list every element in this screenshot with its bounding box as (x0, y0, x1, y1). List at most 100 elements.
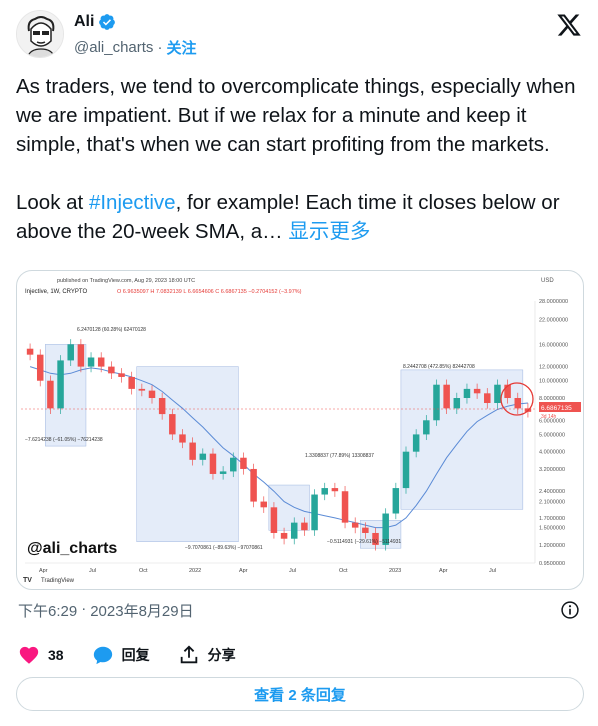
reply-button[interactable]: 回复 (92, 644, 150, 666)
x-tick-label: Apr (439, 568, 448, 574)
info-icon[interactable] (560, 600, 580, 620)
x-tick-label: Oct (139, 568, 148, 574)
x-tick-label: Apr (39, 568, 48, 574)
tweet-media[interactable]: published on TradingView.com, Aug 29, 20… (16, 270, 584, 590)
candle-body (260, 501, 268, 508)
x-axis: Apr Jul Oct 2022 Apr Jul Oct 2023 Apr Jul (25, 562, 535, 574)
candle-body (118, 373, 125, 377)
view-replies-button[interactable]: 查看 2 条回复 (16, 677, 584, 711)
candle-body (67, 344, 74, 361)
y-axis: 28.0000000 22.0000000 16.0000000 12.0000000… (534, 299, 568, 567)
measure-annotation: −7.6214238 (−61.05%) −76214238 (25, 437, 103, 443)
candle-body (453, 398, 461, 409)
candle-body (362, 527, 369, 533)
candle-body (87, 357, 95, 367)
y-tick-label: 5.0000000 (539, 432, 565, 438)
candle-body (26, 348, 34, 355)
author-name-row: Ali (74, 13, 116, 31)
candle-body (209, 453, 217, 474)
candle-body (402, 451, 410, 489)
author-display-name[interactable]: Ali (74, 13, 94, 31)
reply-icon (93, 646, 112, 665)
x-tick-label: Jul (89, 568, 96, 574)
x-tick-label: Jul (289, 568, 296, 574)
y-tick-label: 4.0000000 (539, 450, 565, 456)
y-tick-label: 1.2000000 (539, 543, 565, 549)
y-tick-label: 12.0000000 (539, 365, 568, 371)
show-more-link[interactable]: 显示更多 (288, 220, 370, 243)
x-tick-label: 2022 (189, 568, 201, 574)
author-handle-row: @ali_charts · 关注 (74, 37, 196, 58)
candle-body (158, 398, 166, 415)
tweet-text-segment: Look at (16, 191, 89, 214)
tweet-paragraph-1: As traders, we tend to overcomplicate th… (16, 75, 576, 156)
chart-symbol: Injective, 1W, CRYPTO (25, 289, 87, 295)
reply-label: 回复 (121, 647, 150, 663)
candle-body (230, 457, 237, 472)
share-button[interactable]: 分享 (178, 644, 236, 666)
chart-currency: USD (541, 278, 554, 284)
y-tick-label: 1.7000000 (539, 516, 565, 522)
candle-body (443, 384, 450, 409)
candle-body (392, 488, 400, 514)
candle-body (433, 384, 440, 421)
y-tick-label: 3.2000000 (539, 467, 565, 473)
candle-body (219, 471, 227, 474)
x-logo-icon[interactable] (556, 12, 582, 38)
candle-body (57, 360, 64, 409)
follow-button[interactable]: 关注 (166, 37, 196, 58)
handle-separator: · (157, 39, 163, 56)
candle-body (514, 398, 522, 409)
timestamp-separator: · (81, 600, 87, 617)
measure-annotation: 6.2470128 (60.28%) 62470128 (77, 327, 146, 333)
watermark: @ali_charts (27, 540, 117, 557)
x-tick-label: Oct (339, 568, 348, 574)
timestamp-date: 2023年8月29日 (90, 603, 194, 620)
tweet-actions: 38 回复 分享 (18, 643, 578, 667)
candle-body (199, 453, 207, 460)
like-button[interactable]: 38 (18, 644, 64, 666)
highlight-boxes (45, 344, 524, 549)
price-tag: 6.6867135 (541, 405, 572, 412)
candle-body (128, 376, 135, 389)
tradingview-logo: TradingView (41, 578, 75, 584)
candle-body (311, 494, 318, 531)
avatar[interactable] (16, 10, 64, 58)
trading-chart: published on TradingView.com, Aug 29, 20… (21, 278, 581, 584)
hashtag-link[interactable]: #Injective (89, 191, 176, 214)
price-tag-sub: 3d 14h (541, 414, 557, 420)
measure-annotation: 1.3308837 (77.89%) 13308837 (305, 453, 374, 459)
author-handle[interactable]: @ali_charts (74, 39, 153, 56)
tweet-paragraph-2: Look at #Injective, for example! Each ti… (16, 188, 586, 246)
candle-body (97, 357, 105, 367)
candle-body (77, 344, 85, 367)
candle-body (301, 522, 308, 531)
y-tick-label: 2.1000000 (539, 500, 565, 506)
candle-body (494, 384, 501, 404)
x-tick-label: Apr (239, 568, 248, 574)
candle-body (47, 380, 54, 409)
verified-badge-icon (99, 14, 116, 30)
candle-body (341, 491, 349, 523)
candle-body (412, 434, 420, 452)
tweet-timestamp[interactable]: 下午6:29 · 2023年8月29日 (18, 600, 194, 621)
candle-body (138, 388, 146, 391)
measure-annotation: −0.5114931 (−29.61%) −5114931 (327, 539, 401, 545)
candle-body (331, 488, 339, 492)
y-tick-label: 1.5000000 (539, 526, 565, 532)
candle-body (423, 420, 430, 435)
share-icon (180, 645, 197, 664)
chart-published-line: published on TradingView.com, Aug 29, 20… (57, 278, 195, 284)
candle-body (463, 388, 471, 399)
candle-body (169, 414, 176, 435)
candle-body (250, 468, 257, 502)
tweet-text: As traders, we tend to overcomplicate th… (16, 72, 586, 246)
measure-annotation: 8.2442708 (472.85%) 82442708 (403, 364, 475, 370)
candle-body (351, 522, 359, 528)
timestamp-time: 下午6:29 (18, 603, 78, 620)
chart-ohlc: O 6.9635097 H 7.0832139 L 6.6654606 C 6.… (117, 289, 302, 295)
measure-annotation: −9.7070861 (−89.63%) −97070861 (185, 545, 263, 551)
y-tick-label: 8.0000000 (539, 396, 565, 402)
tradingview-logo-mark: TV (23, 577, 32, 584)
y-tick-label: 2.4000000 (539, 489, 565, 495)
